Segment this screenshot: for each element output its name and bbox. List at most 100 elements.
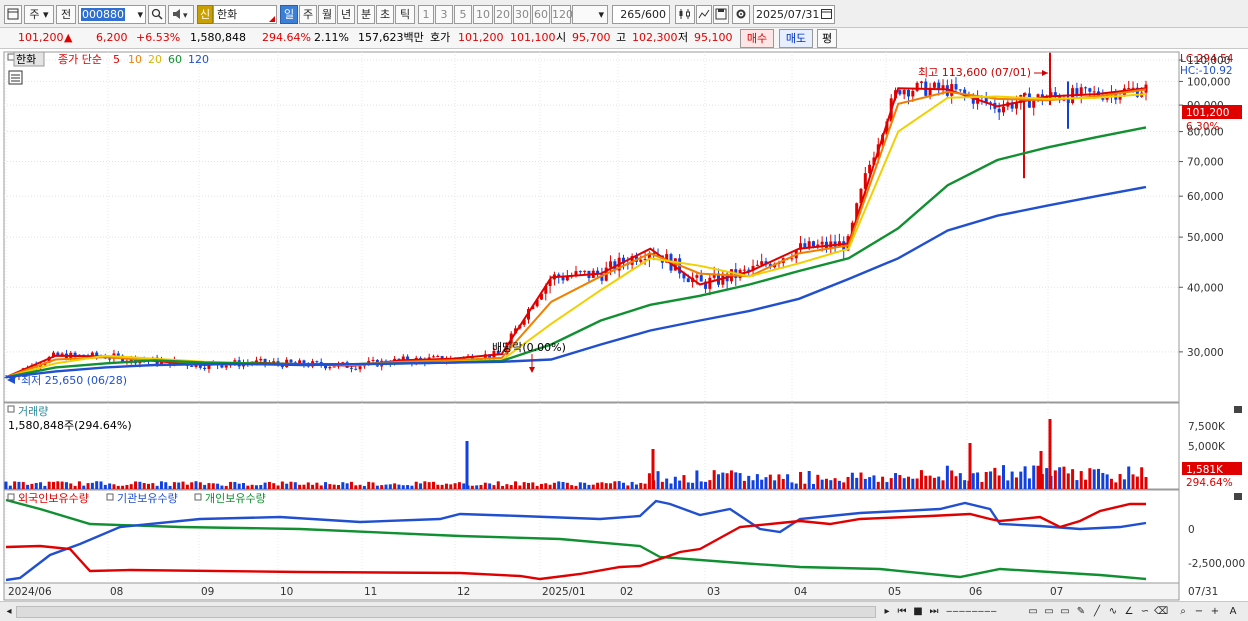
stop-icon[interactable]: ■ [911,604,925,619]
volume-bar [535,485,539,489]
interval-dropdown[interactable]: ▾ [572,5,608,24]
sell-button[interactable]: 매도 [779,29,813,48]
interval-60-label: 60 [534,8,548,21]
zoom-out-icon[interactable]: − [1192,604,1206,619]
eraser-icon[interactable]: ⌫ [1154,604,1168,619]
period-month[interactable]: 월 [318,5,336,24]
interval-10-label: 10 [476,8,490,21]
buy-button[interactable]: 매수 [740,29,774,48]
angle-tool-icon[interactable]: ∠ [1122,604,1136,619]
trend-tool-icon[interactable] [696,5,712,24]
volume-bar [30,483,34,489]
volume-bar [734,472,738,489]
drawing-tool-icon[interactable]: ✎ [1074,604,1088,619]
window-menu-icon[interactable] [4,5,22,24]
layout-3-icon[interactable]: ▭ [1058,604,1072,619]
volume-bar [129,484,133,489]
rewind-icon[interactable]: ⏮ [895,604,909,619]
volume-bar [237,483,241,489]
gear-icon[interactable] [732,5,750,24]
volume-bar [630,481,634,489]
calculator-icon[interactable] [8,70,23,85]
period-year[interactable]: 년 [337,5,355,24]
x-axis-label: 06 [969,586,983,598]
volume-bar [527,482,530,489]
volume-bar [850,472,854,489]
line-tool-icon[interactable]: ╱ [1090,604,1104,619]
dividend-annotation: 배당락(0.00%) [492,341,566,354]
volume-bar [561,481,565,489]
volume-bar [1036,465,1040,489]
period-tick[interactable]: 틱 [395,5,415,24]
volume-bar [738,473,742,489]
volume-bar [263,482,267,489]
layout-1-icon[interactable]: ▭ [1026,604,1040,619]
interval-120[interactable]: 120 [551,5,573,24]
volume-bar [587,484,591,489]
stock-code-input[interactable]: 000880 ▾ [78,5,146,24]
candle-body [997,108,1001,113]
volume-bar [522,482,526,489]
interval-60[interactable]: 60 [532,5,550,24]
price-axis-label: 30,000 [1187,347,1224,359]
fast-forward-icon[interactable]: ⏭ [927,604,941,619]
volume-bar [781,478,785,489]
x-axis-label: 02 [620,586,633,598]
speaker-icon[interactable]: ▾ [168,5,194,24]
volume-bar [1010,471,1014,489]
candle-body [358,366,362,370]
zoom-icon[interactable]: ⌕ [1176,604,1190,619]
chart-area[interactable]: 한화 종가 단순 5 10 20 60 120 LC:294.54 HC:-10… [0,49,1248,601]
x-axis-label: 11 [364,586,377,598]
magnifier-icon[interactable] [148,5,166,24]
volume-bar [889,478,893,489]
zoom-in-icon[interactable]: + [1208,604,1222,619]
period-second[interactable]: 초 [376,5,394,24]
candle-type-icon[interactable] [675,5,695,24]
date-input[interactable]: 2025/07/31 [753,5,835,24]
candle-body [108,358,112,360]
volume-bar [1071,469,1075,489]
interval-3[interactable]: 3 [435,5,453,24]
candle-body [708,277,712,289]
price-change: 6,200 [96,31,128,44]
count-input[interactable]: 265/600 [612,5,670,24]
save-icon[interactable] [713,5,729,24]
interval-1[interactable]: 1 [418,5,434,24]
volume-bar [699,481,703,489]
interval-5[interactable]: 5 [454,5,472,24]
eval-button[interactable]: 평 [817,29,837,48]
chevron-down-icon[interactable]: ▾ [137,6,143,23]
chart-scrollbar[interactable] [16,606,876,618]
period-week[interactable]: 주 [299,5,317,24]
volume-bar [1127,466,1131,489]
scroll-right-icon[interactable]: ▸ [880,604,894,619]
candle-body [224,365,228,368]
candle-body [695,275,699,278]
panel-close-icon[interactable] [1234,493,1242,500]
stock-name-field[interactable]: 한화 [213,5,277,24]
volume-bar [950,470,954,489]
prev-button[interactable]: 전 [56,5,76,24]
volume-bar [384,484,388,489]
panel-close-icon[interactable] [1234,406,1242,413]
interval-10[interactable]: 10 [473,5,493,24]
period-minute[interactable]: 분 [357,5,375,24]
mode-dropdown[interactable]: 주 ▾ [24,5,54,24]
volume-axis-5000k: 5,000K [1188,441,1226,453]
volume-bar [116,485,120,489]
interval-30[interactable]: 30 [513,5,531,24]
volume-bar [639,482,643,489]
font-size-icon[interactable]: A [1226,604,1240,619]
scroll-left-icon[interactable]: ◂ [2,604,16,619]
stock-code-value: 000880 [81,8,125,21]
curve-tool-icon[interactable]: ∽ [1138,604,1152,619]
layout-2-icon[interactable]: ▭ [1042,604,1056,619]
wave-tool-icon[interactable]: ∿ [1106,604,1120,619]
zoom-slider[interactable]: ‒‒‒‒‒‒‒‒ [946,604,1016,619]
period-day[interactable]: 일 [280,5,298,24]
volume-bar [919,470,923,489]
volume-bar [315,482,319,489]
interval-20[interactable]: 20 [494,5,512,24]
stock-chart[interactable]: 한화 종가 단순 5 10 20 60 120 LC:294.54 HC:-10… [0,49,1248,601]
